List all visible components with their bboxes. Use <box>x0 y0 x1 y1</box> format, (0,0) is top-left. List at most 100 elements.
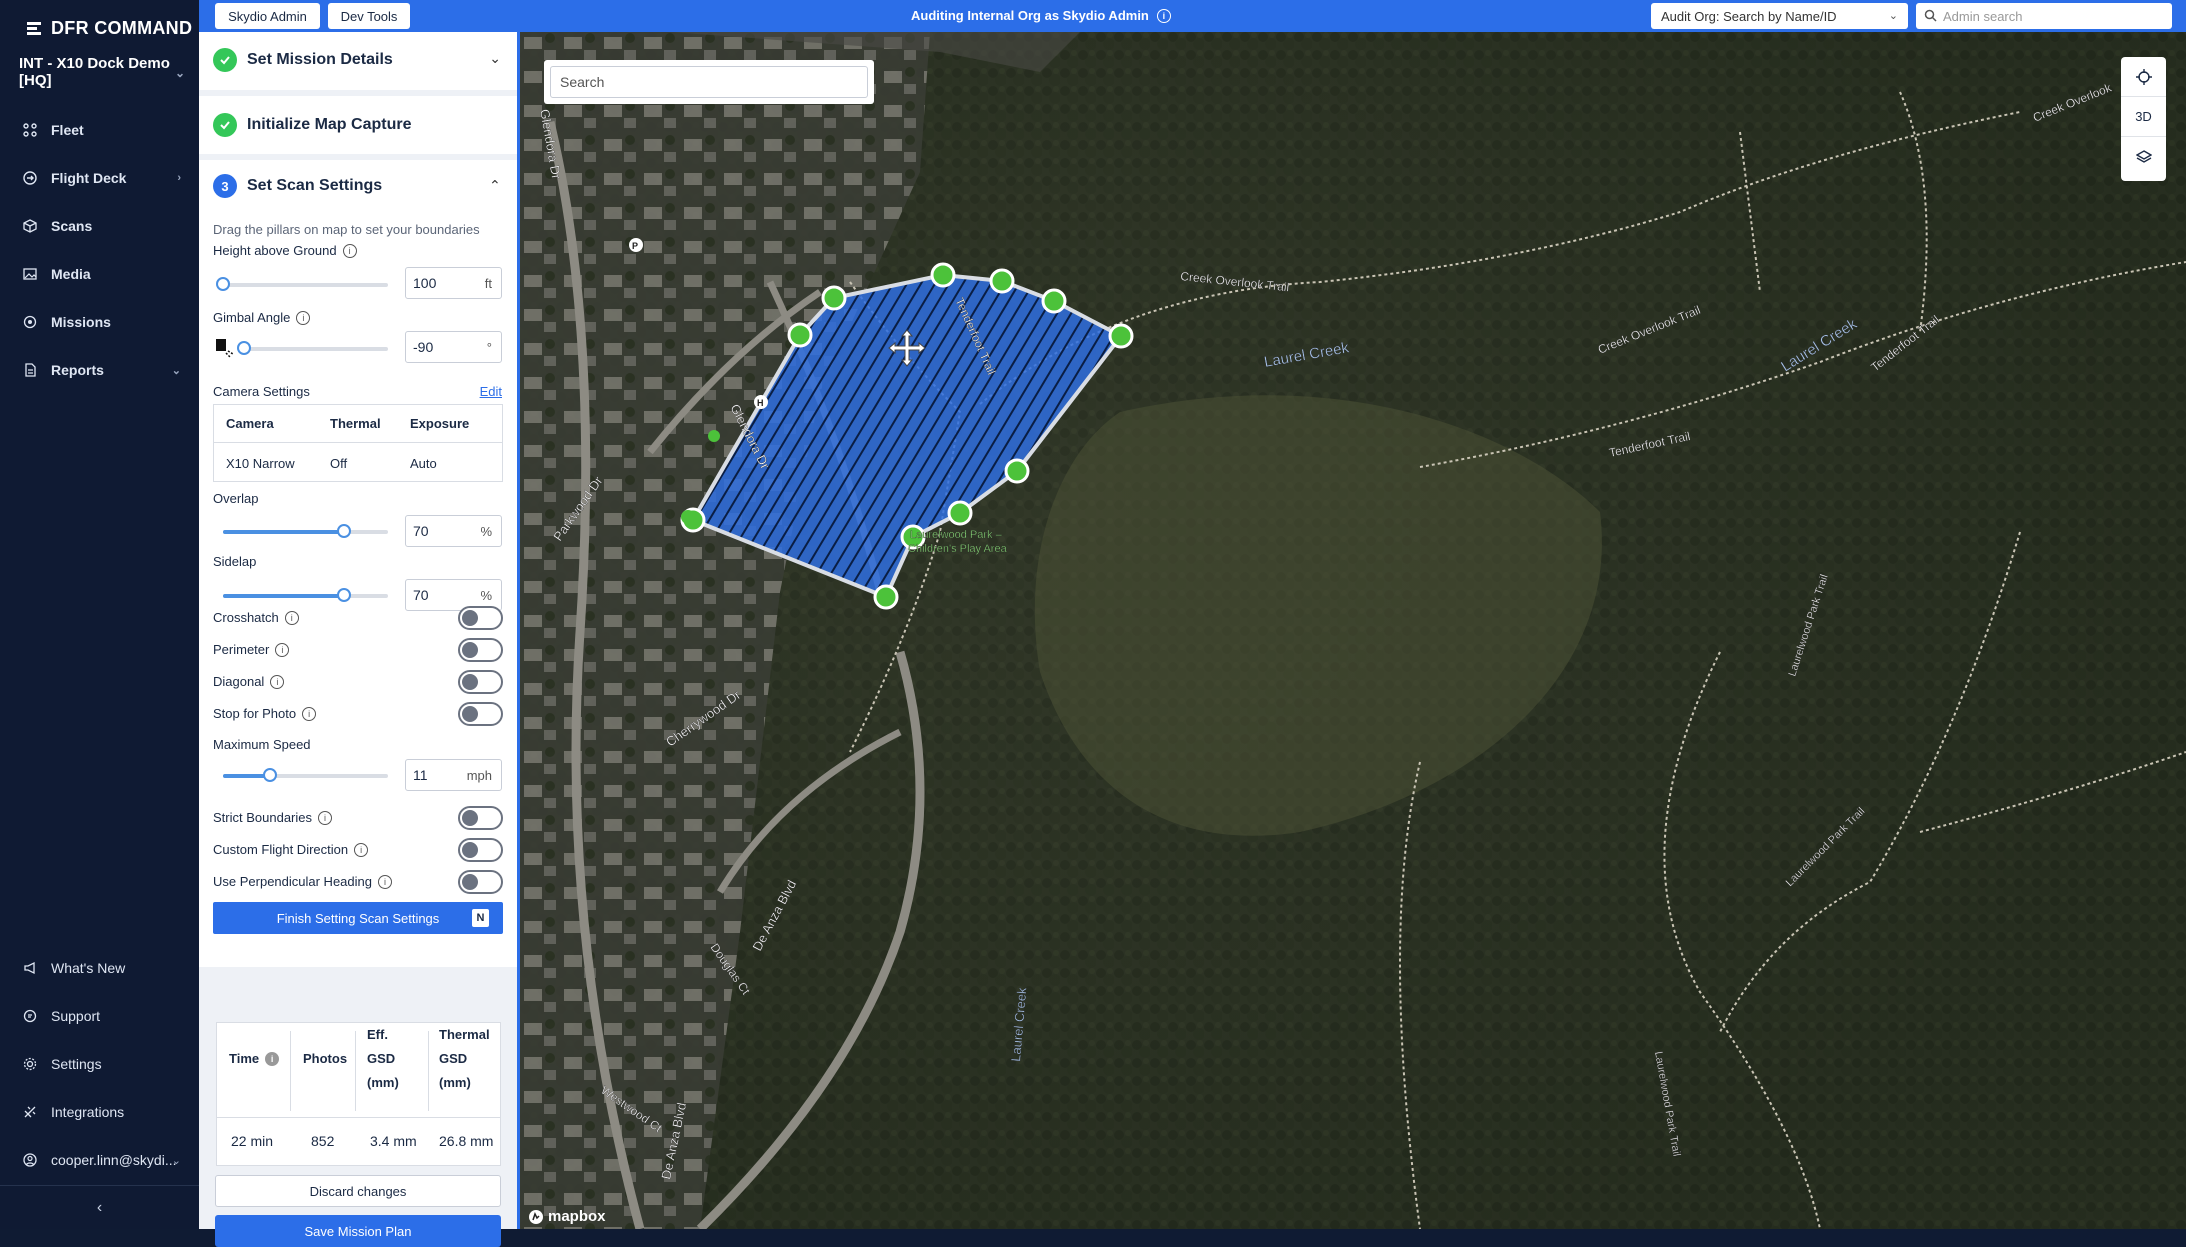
nav-item-fleet[interactable]: Fleet <box>0 110 199 150</box>
info-icon[interactable]: i <box>302 706 317 721</box>
boundary-pillar-handle[interactable] <box>900 524 926 550</box>
boundary-pillar-handle[interactable] <box>680 507 706 533</box>
satellite-map[interactable]: Creek Overlook Trail Creek Overlook Trai… <box>520 32 2186 1229</box>
nav-item-integrations[interactable]: Integrations <box>0 1092 199 1132</box>
info-icon[interactable]: i <box>354 842 369 857</box>
nav-item-media[interactable]: Media <box>0 254 199 294</box>
boundary-pillar-handle[interactable] <box>930 262 956 288</box>
perpendicular-toggle[interactable] <box>458 870 503 894</box>
step-title: Initialize Map Capture <box>247 116 412 133</box>
save-mission-button[interactable]: Save Mission Plan <box>215 1215 501 1247</box>
info-icon[interactable]: i <box>265 1052 280 1066</box>
org-selector[interactable]: INT - X10 Dock Demo [HQ] ⌄ <box>19 55 185 89</box>
info-icon[interactable]: i <box>318 810 332 825</box>
mapbox-attribution[interactable]: mapbox <box>528 1208 606 1225</box>
nav-item-scans[interactable]: Scans <box>0 206 199 246</box>
perimeter-toggle[interactable] <box>458 638 503 662</box>
custom-direction-toggle[interactable] <box>458 838 503 862</box>
camera-settings-table: Camera Thermal Exposure X10 Narrow Off A… <box>213 404 503 482</box>
step-header[interactable]: 3 Set Scan Settings <box>213 174 382 198</box>
overlap-input[interactable]: 70% <box>405 515 502 547</box>
info-icon[interactable]: i <box>1156 8 1171 23</box>
gimbal-input[interactable]: -90 ° <box>405 331 502 363</box>
audit-org-select[interactable]: Audit Org: Search by Name/ID ⌄ <box>1651 3 1908 29</box>
edit-camera-link[interactable]: Edit <box>480 384 502 399</box>
dev-tools-button[interactable]: Dev Tools <box>328 3 410 29</box>
megaphone-icon <box>22 960 38 976</box>
max-speed-input[interactable]: 11 mph <box>405 759 502 791</box>
perpendicular-label: Use Perpendicular Heading i <box>213 874 392 889</box>
strict-boundaries-toggle[interactable] <box>458 806 503 830</box>
nav-item-settings[interactable]: Settings <box>0 1044 199 1084</box>
skydio-admin-button[interactable]: Skydio Admin <box>215 3 320 29</box>
layers-button[interactable] <box>2121 137 2166 177</box>
dfr-logo-icon <box>27 22 41 35</box>
scan-boundary[interactable] <box>520 32 2186 1229</box>
slider-thumb[interactable] <box>216 277 230 291</box>
nav-label: Integrations <box>51 1104 125 1120</box>
finish-scan-settings-button[interactable]: Finish Setting Scan Settings N <box>213 902 503 934</box>
boundary-pillar-handle[interactable] <box>1108 323 1134 349</box>
nav-label: Missions <box>51 314 111 330</box>
overlap-label: Overlap <box>213 491 259 506</box>
admin-search-placeholder: Admin search <box>1943 8 2023 24</box>
boundary-pillar-handle[interactable] <box>989 268 1015 294</box>
mapbox-text: mapbox <box>548 1208 606 1225</box>
boundary-pillar-handle[interactable] <box>1004 458 1030 484</box>
nav-item-flight-deck[interactable]: Flight Deck › <box>0 158 199 198</box>
boundary-pillar-handle[interactable] <box>873 584 899 610</box>
info-icon[interactable]: i <box>296 310 311 325</box>
chevron-down-icon[interactable]: ⌄ <box>489 50 501 67</box>
height-value: 100 <box>413 275 437 291</box>
brand-logo[interactable]: DFR COMMAND <box>25 16 192 40</box>
info-icon[interactable]: i <box>377 874 392 889</box>
discard-changes-button[interactable]: Discard changes <box>215 1175 501 1207</box>
nav-item-whats-new[interactable]: What's New <box>0 948 199 988</box>
info-icon[interactable]: i <box>342 243 357 258</box>
perimeter-label: Perimeter i <box>213 642 290 657</box>
info-icon[interactable]: i <box>275 642 290 657</box>
boundary-pillar-handle[interactable] <box>787 322 813 348</box>
slider-thumb[interactable] <box>337 588 351 602</box>
nav-label: Fleet <box>51 122 84 138</box>
admin-search-input[interactable]: Admin search <box>1916 3 2172 29</box>
info-icon[interactable]: i <box>284 610 299 625</box>
step-card-scan-settings: 3 Set Scan Settings ⌄ Drag the pillars o… <box>199 160 517 967</box>
boundary-pillar-handle[interactable] <box>821 285 847 311</box>
nav-item-support[interactable]: Support <box>0 996 199 1036</box>
max-speed-slider[interactable] <box>223 768 388 782</box>
chevron-up-icon[interactable]: ⌄ <box>489 176 501 193</box>
crosshatch-toggle[interactable] <box>458 606 503 630</box>
org-name: INT - X10 Dock Demo [HQ] <box>19 55 170 89</box>
chevron-right-icon: › <box>177 172 181 184</box>
slider-thumb[interactable] <box>237 341 251 355</box>
toggle-3d-button[interactable]: 3D <box>2121 97 2166 137</box>
nav-item-reports[interactable]: Reports ⌄ <box>0 350 199 390</box>
step-card-map-capture[interactable]: Initialize Map Capture <box>199 96 517 154</box>
step-card-mission-details[interactable]: Set Mission Details ⌄ <box>199 32 517 90</box>
boundary-pillar-handle[interactable] <box>947 500 973 526</box>
height-input[interactable]: 100 ft <box>405 267 502 299</box>
info-icon[interactable]: i <box>270 674 285 689</box>
slider-thumb[interactable] <box>263 768 277 782</box>
slider-thumb[interactable] <box>337 524 351 538</box>
gimbal-slider[interactable] <box>237 341 388 355</box>
thermal-gsd-header: Thermal GSD (mm) <box>439 1023 490 1095</box>
locate-button[interactable] <box>2121 57 2166 97</box>
diagonal-toggle[interactable] <box>458 670 503 694</box>
nav-item-missions[interactable]: Missions <box>0 302 199 342</box>
overlap-slider[interactable] <box>223 524 388 538</box>
perimeter-text: Perimeter <box>213 642 270 657</box>
nav-label: Flight Deck <box>51 170 127 186</box>
height-slider[interactable] <box>216 277 388 291</box>
scan-boundary-outline[interactable] <box>690 272 1125 600</box>
nav-item-user[interactable]: cooper.linn@skydi... ⌄ <box>0 1140 199 1180</box>
time-header: Time i <box>229 1047 280 1071</box>
map-search-input[interactable]: Search <box>550 66 868 98</box>
sidelap-slider[interactable] <box>223 588 388 602</box>
boundary-pillar-handle[interactable] <box>1041 288 1067 314</box>
stop-photo-toggle[interactable] <box>458 702 503 726</box>
max-speed-unit: mph <box>466 767 492 783</box>
collapse-sidebar-button[interactable]: ‹ <box>0 1185 199 1229</box>
search-icon <box>1924 9 1937 22</box>
